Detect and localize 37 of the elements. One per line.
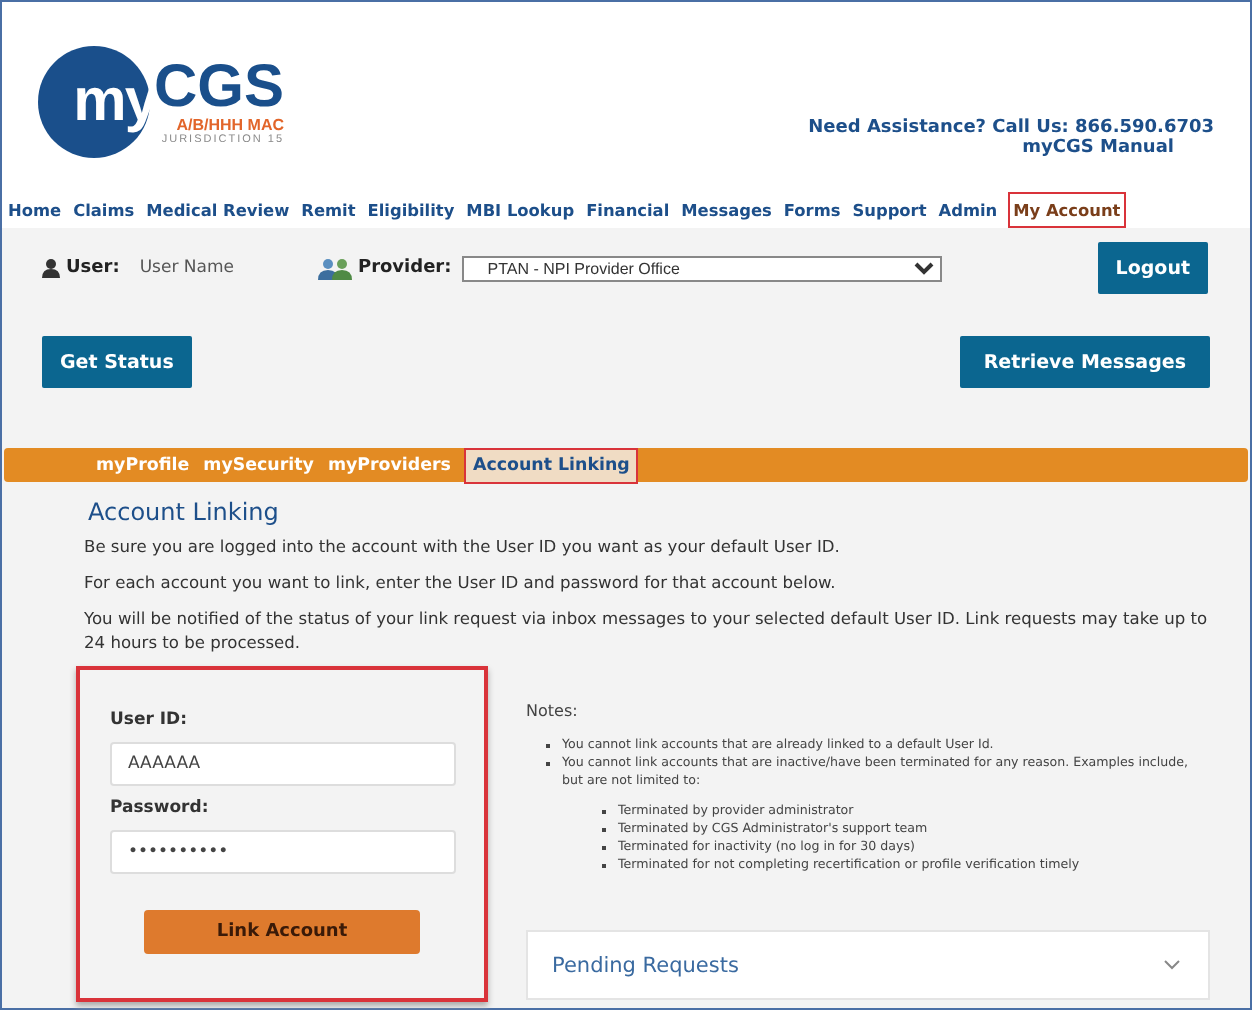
instruction-text: For each account you want to link, enter the User ID and password for that account below. — [84, 570, 838, 594]
user-icon — [42, 258, 60, 278]
people-icon — [317, 257, 352, 279]
nav-link[interactable]: Support — [850, 197, 929, 221]
instruction-text: You will be notified of the status of your link request via inbox messages to your selected default User ID. Link requests may take up to 24 hours to be processed. — [84, 606, 1210, 654]
user-id-field[interactable]: AAAAAA — [110, 742, 456, 786]
instruction-text: Be sure you are logged into the account with the User ID you want as your default User ID. — [84, 534, 842, 558]
nav-link[interactable]: Eligibility — [365, 197, 457, 221]
pending-requests-panel[interactable]: Pending Requests — [526, 930, 1210, 1000]
chevron-icon — [1164, 960, 1180, 970]
nav-link[interactable]: Claims — [71, 197, 137, 221]
get-status-button[interactable]: Get Status — [42, 336, 192, 388]
password-field[interactable]: •••••••••• — [110, 830, 456, 874]
provider-select[interactable]: PTAN - NPI Provider Office — [461, 255, 942, 281]
subnav-tab[interactable]: Account Linking — [464, 447, 638, 483]
user-id-label: User ID: — [110, 710, 189, 730]
notes-title: Notes: — [526, 702, 580, 720]
nav-link[interactable]: MBI Lookup — [464, 197, 577, 221]
nav-link[interactable]: Home — [6, 197, 64, 221]
nav-link[interactable]: Medical Review — [144, 197, 292, 221]
retrieve-messages-button[interactable]: Retrieve Messages — [959, 336, 1210, 388]
nav-link[interactable]: Admin — [936, 197, 1000, 221]
link-account-button[interactable]: Link Account — [144, 910, 420, 954]
nav-link[interactable]: Financial — [584, 197, 672, 221]
manual-link[interactable]: myCGS Manual — [1022, 138, 1174, 158]
user-name: User Name — [139, 258, 234, 278]
password-label: Password: — [110, 798, 211, 818]
pending-requests-title: Pending Requests — [552, 953, 739, 977]
nav-link[interactable]: My Account — [1007, 191, 1127, 227]
nav-link[interactable]: Forms — [781, 197, 843, 221]
user-label: User: — [66, 258, 120, 278]
logout-button[interactable]: Logout — [1097, 242, 1208, 294]
assistance-text: Need Assistance? Call Us: 866.590.6703 — [808, 118, 1214, 138]
nav-link[interactable]: Messages — [679, 197, 774, 221]
provider-label: Provider: — [357, 258, 452, 278]
page-heading: Account Linking — [88, 498, 281, 526]
nav-link[interactable]: Remit — [299, 197, 358, 221]
